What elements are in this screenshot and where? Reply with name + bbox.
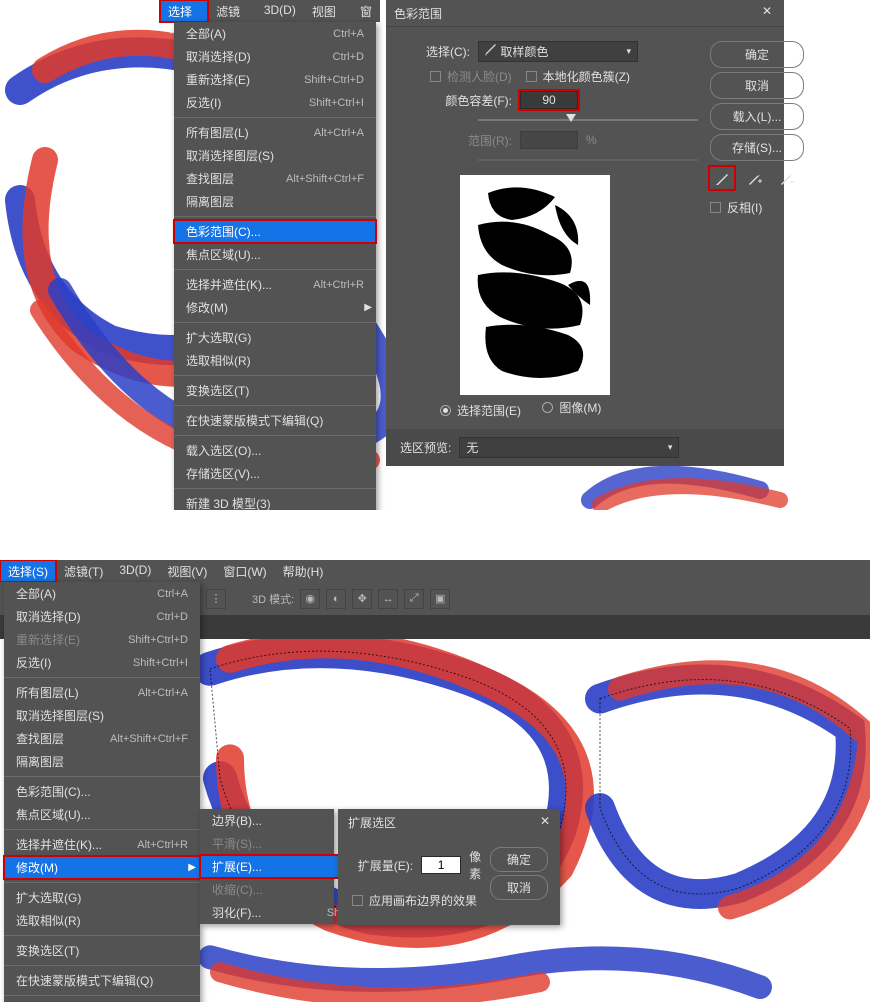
- menu-item[interactable]: 选取相似(R): [174, 349, 376, 372]
- menu-item[interactable]: 隔离图层: [4, 750, 200, 773]
- range-label: 范围(R):: [400, 132, 512, 149]
- menu-item[interactable]: 查找图层Alt+Shift+Ctrl+F: [4, 727, 200, 750]
- distribute-icon[interactable]: ⋮: [206, 589, 226, 609]
- menu-item[interactable]: 取消选择(D)Ctrl+D: [4, 605, 200, 628]
- localized-checkbox[interactable]: 本地化颜色簇(Z): [526, 68, 630, 85]
- close-icon[interactable]: ✕: [758, 4, 776, 22]
- cancel-button[interactable]: 取消: [710, 72, 804, 99]
- apply-canvas-checkbox[interactable]: 应用画布边界的效果: [352, 892, 477, 909]
- ok-button[interactable]: 确定: [490, 847, 548, 872]
- menu-item[interactable]: 查找图层Alt+Shift+Ctrl+F: [174, 167, 376, 190]
- menu-窗[interactable]: 窗: [352, 0, 380, 22]
- select-dropdown[interactable]: 取样颜色 ▾: [478, 41, 638, 62]
- menu-窗口(W)[interactable]: 窗口(W): [215, 560, 274, 582]
- menu-item[interactable]: 选择并遮住(K)...Alt+Ctrl+R: [174, 273, 376, 296]
- menu-item[interactable]: 新建 3D 模型(3): [174, 492, 376, 510]
- slide-icon[interactable]: ↔: [378, 589, 398, 609]
- menu-item[interactable]: 重新选择(E)Shift+Ctrl+D: [174, 68, 376, 91]
- mode-label: 3D 模式:: [252, 591, 294, 607]
- menu-item[interactable]: 选取相似(R): [4, 909, 200, 932]
- menu-item[interactable]: 所有图层(L)Alt+Ctrl+A: [4, 681, 200, 704]
- menu-3D(D)[interactable]: 3D(D): [111, 560, 159, 582]
- menu-3D(D)[interactable]: 3D(D): [256, 0, 304, 22]
- orbit-icon[interactable]: ◉: [300, 589, 320, 609]
- eyedropper-minus-icon[interactable]: [774, 167, 798, 189]
- menu-item[interactable]: 在快速蒙版模式下编辑(Q): [4, 969, 200, 992]
- fuzziness-input[interactable]: [520, 91, 578, 109]
- menu-item[interactable]: 重新选择(E)Shift+Ctrl+D: [4, 628, 200, 651]
- expand-dialog: 扩展选区 ✕ 扩展量(E): 像素 应用画布边界的效果 确定 取消: [338, 809, 560, 925]
- menu-item[interactable]: 焦点区域(U)...: [174, 243, 376, 266]
- menu-item[interactable]: 修改(M)▶: [4, 856, 200, 879]
- camera-icon[interactable]: ▣: [430, 589, 450, 609]
- eyedropper-plus-icon[interactable]: [742, 167, 766, 189]
- fuzziness-slider[interactable]: [478, 113, 698, 127]
- preview-dropdown[interactable]: 无 ▾: [459, 437, 679, 458]
- invert-checkbox[interactable]: 反相(I): [710, 199, 762, 216]
- menu-item[interactable]: 载入选区(O)...: [174, 439, 376, 462]
- dialog-title: 色彩范围: [394, 5, 442, 22]
- load-button[interactable]: 载入(L)...: [710, 103, 804, 130]
- menu-item[interactable]: 取消选择(D)Ctrl+D: [174, 45, 376, 68]
- amount-label: 扩展量(E):: [352, 857, 413, 874]
- menu-视图(V)[interactable]: 视图(V): [159, 560, 215, 582]
- selection-preview: [460, 175, 610, 395]
- detect-faces-checkbox[interactable]: 检测人脸(D): [430, 68, 512, 85]
- cancel-button[interactable]: 取消: [490, 875, 548, 900]
- menu-item[interactable]: 色彩范围(C)...: [4, 780, 200, 803]
- menu-item[interactable]: 变换选区(T): [174, 379, 376, 402]
- menu-item[interactable]: 反选(I)Shift+Ctrl+I: [4, 651, 200, 674]
- modify-submenu: 边界(B)...平滑(S)...扩展(E)...收缩(C)...羽化(F)...…: [200, 809, 334, 924]
- select-menu: 全部(A)Ctrl+A取消选择(D)Ctrl+D重新选择(E)Shift+Ctr…: [4, 582, 200, 1002]
- select-label: 选择(C):: [400, 43, 470, 60]
- close-icon[interactable]: ✕: [540, 814, 550, 831]
- menu-item[interactable]: 取消选择图层(S): [174, 144, 376, 167]
- menu-帮助(H)[interactable]: 帮助(H): [275, 560, 332, 582]
- menu-滤镜(T)[interactable]: 滤镜(T): [56, 560, 111, 582]
- save-button[interactable]: 存储(S)...: [710, 134, 804, 161]
- range-input: [520, 131, 578, 149]
- menu-item[interactable]: 色彩范围(C)...: [174, 220, 376, 243]
- radio-image[interactable]: 图像(M): [542, 399, 601, 416]
- dialog-title: 扩展选区: [348, 814, 396, 831]
- radio-selection[interactable]: 选择范围(E): [440, 402, 521, 419]
- select-menu: 全部(A)Ctrl+A取消选择(D)Ctrl+D重新选择(E)Shift+Ctr…: [174, 22, 376, 510]
- amount-input[interactable]: [421, 856, 461, 874]
- pan-icon[interactable]: ✥: [352, 589, 372, 609]
- menu-item[interactable]: 在快速蒙版模式下编辑(Q): [174, 409, 376, 432]
- color-range-dialog: 色彩范围 ✕ 选择(C): 取样颜色 ▾ 检测人脸(D) 本地化颜色簇(Z): [386, 0, 784, 466]
- range-slider: [478, 153, 698, 167]
- fuzziness-label: 颜色容差(F):: [400, 92, 512, 109]
- menu-item[interactable]: 选择并遮住(K)...Alt+Ctrl+R: [4, 833, 200, 856]
- roll-icon[interactable]: ◐: [326, 589, 346, 609]
- eyedropper-icon[interactable]: [710, 167, 734, 189]
- menu-滤镜(T)[interactable]: 滤镜(T): [208, 0, 256, 22]
- menu-item[interactable]: 所有图层(L)Alt+Ctrl+A: [174, 121, 376, 144]
- menubar: 选择(S)滤镜(T)3D(D)视图(V)窗: [160, 0, 380, 22]
- menubar: 选择(S)滤镜(T)3D(D)视图(V)窗口(W)帮助(H): [0, 560, 870, 582]
- menu-item[interactable]: 修改(M)▶: [174, 296, 376, 319]
- menu-item[interactable]: 隔离图层: [174, 190, 376, 213]
- menu-选择(S)[interactable]: 选择(S): [160, 0, 208, 22]
- preview-label: 选区预览:: [400, 439, 451, 456]
- menu-item[interactable]: 变换选区(T): [4, 939, 200, 962]
- menu-选择(S)[interactable]: 选择(S): [0, 560, 56, 582]
- menu-item[interactable]: 焦点区域(U)...: [4, 803, 200, 826]
- menu-item[interactable]: 反选(I)Shift+Ctrl+I: [174, 91, 376, 114]
- menu-item[interactable]: 存储选区(V)...: [174, 462, 376, 485]
- ok-button[interactable]: 确定: [710, 41, 804, 68]
- scale-icon[interactable]: ⤢: [404, 589, 424, 609]
- menu-item[interactable]: 全部(A)Ctrl+A: [4, 582, 200, 605]
- menu-item[interactable]: 全部(A)Ctrl+A: [174, 22, 376, 45]
- menu-item[interactable]: 取消选择图层(S): [4, 704, 200, 727]
- menu-item[interactable]: 扩大选取(G): [174, 326, 376, 349]
- menu-item[interactable]: 扩大选取(G): [4, 886, 200, 909]
- menu-视图(V)[interactable]: 视图(V): [304, 0, 352, 22]
